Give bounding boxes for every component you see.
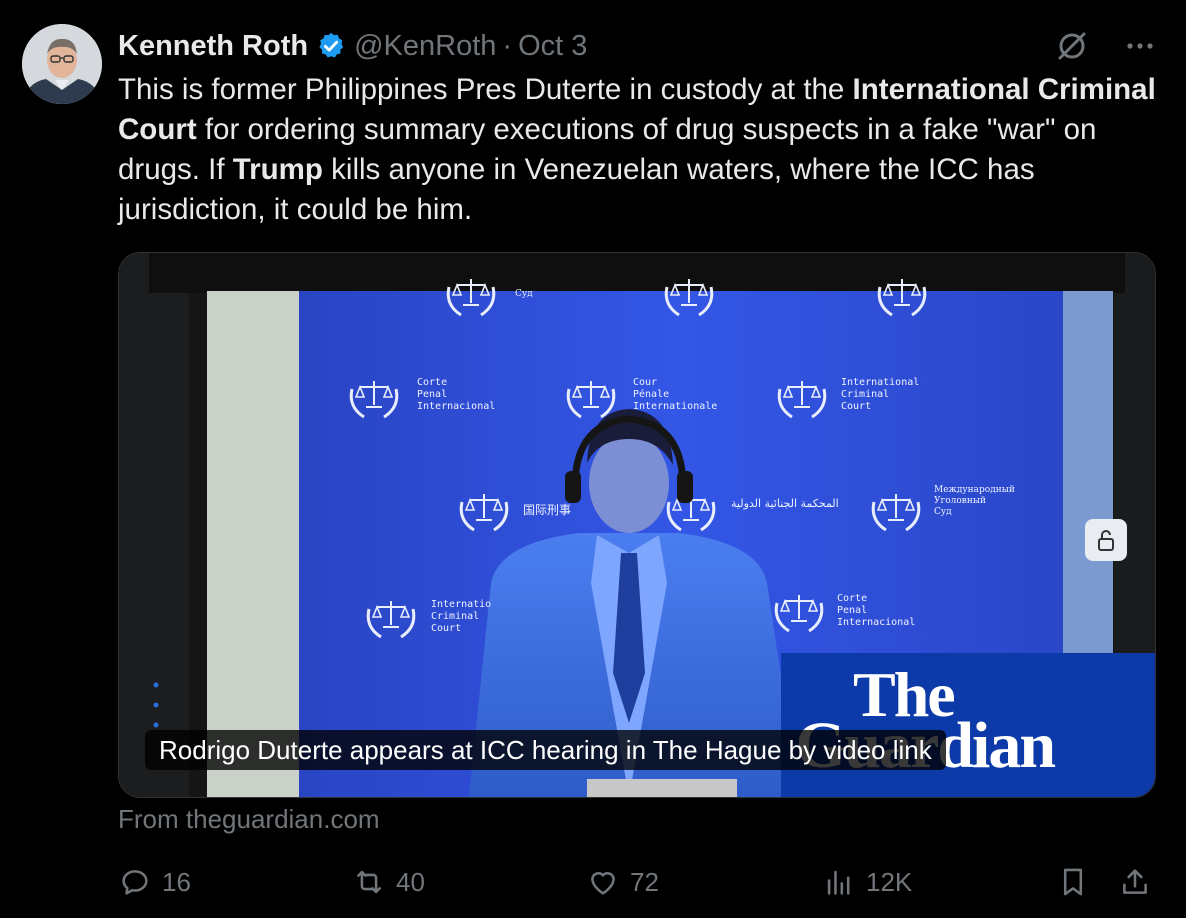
tweet-date[interactable]: Oct 3 — [518, 30, 587, 63]
backdrop-line: Cour — [633, 377, 658, 388]
views-icon — [827, 870, 850, 895]
more-dots-icon[interactable] — [1124, 30, 1156, 62]
bookmark-button[interactable] — [1056, 860, 1090, 904]
action-bar: 16 40 72 12K — [118, 860, 1158, 904]
backdrop-line: Penal — [837, 605, 868, 616]
backdrop-line: Суд — [934, 507, 952, 517]
avatar-portrait — [22, 24, 102, 104]
backdrop-line: Международный — [934, 485, 1015, 495]
backdrop-line: Internacional — [417, 401, 496, 412]
backdrop-line: Criminal — [841, 389, 890, 400]
tweet-text-bold: Trump — [232, 153, 323, 186]
backdrop-line: Уголовный — [934, 496, 987, 506]
backdrop-line: Internationale — [633, 401, 718, 412]
media-card[interactable]: Corte Penal Internacional Cour Pénale In… — [118, 252, 1156, 798]
heart-icon — [591, 872, 615, 895]
backdrop-line: Corte — [837, 593, 868, 604]
reply-button[interactable]: 16 — [118, 860, 191, 904]
backdrop-label: International Criminal Court — [841, 377, 919, 413]
reply-count: 16 — [162, 866, 191, 897]
backdrop-label: Internatio Criminal Court — [431, 599, 491, 635]
author-handle[interactable]: @KenRoth — [354, 30, 496, 63]
backdrop-label: Corte Penal Internacional — [417, 377, 495, 413]
repost-button[interactable]: 40 — [352, 860, 425, 904]
link-source[interactable]: From theguardian.com — [118, 804, 380, 835]
header-actions — [1054, 28, 1156, 64]
backdrop-line: Pénale — [633, 389, 670, 400]
backdrop-line: Internacional — [837, 617, 916, 628]
backdrop-line: International — [841, 377, 920, 388]
tweet-text: This is former Philippines Pres Duterte … — [118, 70, 1158, 230]
repost-count: 40 — [396, 866, 425, 897]
slashed-circle-icon[interactable] — [1054, 28, 1090, 64]
like-count: 72 — [630, 866, 659, 897]
backdrop-line: Internatio — [431, 599, 492, 610]
backdrop-line: Corte — [417, 377, 448, 388]
author-name[interactable]: Kenneth Roth — [118, 30, 308, 63]
views-button[interactable]: 12K — [822, 860, 912, 904]
like-button[interactable]: 72 — [586, 860, 659, 904]
verified-badge-icon[interactable] — [316, 31, 346, 61]
bookmark-icon — [1063, 868, 1083, 896]
tweet-header: Kenneth Roth @KenRoth · Oct 3 — [118, 26, 1156, 66]
share-icon — [1123, 869, 1147, 894]
backdrop-line: Criminal — [431, 611, 480, 622]
views-count: 12K — [866, 866, 913, 897]
backdrop-label: Международный Уголовный Суд — [934, 485, 1015, 518]
backdrop-label: Cour Pénale Internationale — [633, 377, 717, 413]
media-caption: Rodrigo Duterte appears at ICC hearing i… — [145, 730, 946, 770]
backdrop-label: 国际刑事 — [523, 503, 572, 517]
reply-icon — [122, 870, 148, 895]
backdrop-label: المحكمة الجنائية الدولية — [731, 497, 839, 510]
tweet-text-part: This is former Philippines Pres Duterte … — [118, 73, 853, 106]
author-avatar[interactable] — [22, 24, 102, 104]
backdrop-label: Corte Penal Internacional — [837, 593, 915, 629]
backdrop-line: Court — [431, 623, 462, 634]
backdrop-line: Court — [841, 401, 872, 412]
backdrop-line: Penal — [417, 389, 448, 400]
separator-dot: · — [502, 29, 513, 62]
repost-icon — [357, 870, 381, 894]
backdrop-label: Суд — [515, 289, 533, 299]
share-button[interactable] — [1118, 860, 1152, 904]
